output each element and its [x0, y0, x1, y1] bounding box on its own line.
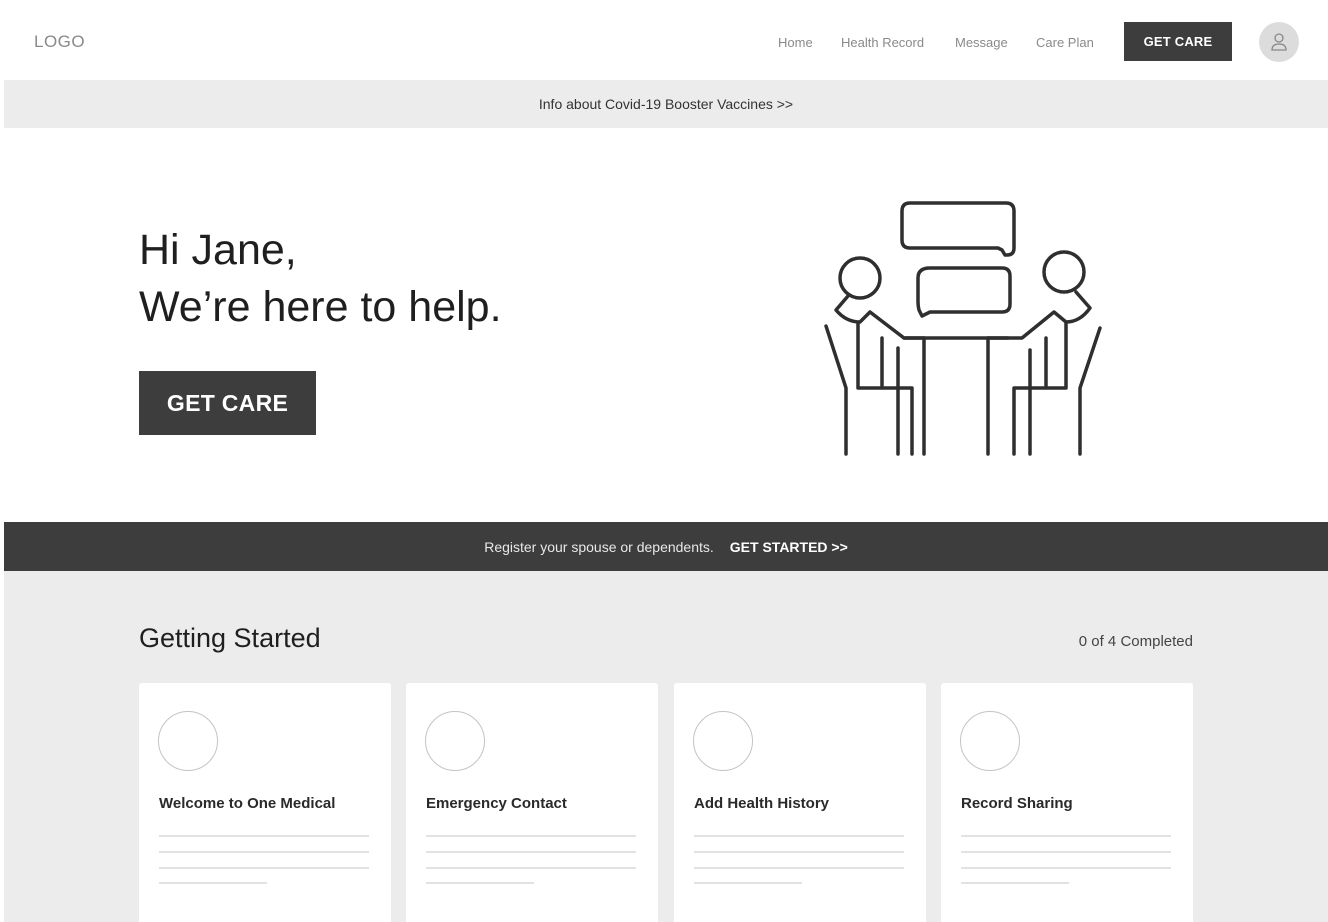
placeholder-line — [694, 867, 904, 869]
task-card-record-sharing[interactable]: Record Sharing — [941, 683, 1193, 922]
placeholder-line — [426, 882, 534, 884]
placeholder-line — [426, 851, 636, 853]
task-card-health-history[interactable]: Add Health History — [674, 683, 926, 922]
nav-health-record-link[interactable]: Health Record — [841, 35, 924, 50]
placeholder-line — [426, 835, 636, 837]
task-card-emergency-contact[interactable]: Emergency Contact — [406, 683, 658, 922]
task-status-circle-icon — [158, 711, 218, 771]
task-status-circle-icon — [693, 711, 753, 771]
completion-counter: 0 of 4 Completed — [1078, 633, 1193, 650]
header-get-care-button[interactable]: GET CARE — [1124, 22, 1232, 61]
register-dependents-bar: Register your spouse or dependents. GET … — [4, 522, 1328, 571]
placeholder-line — [159, 851, 369, 853]
top-header: LOGO Home Health Record Message Care Pla… — [0, 0, 1328, 80]
user-icon — [1271, 33, 1287, 51]
register-dependents-text: Register your spouse or dependents. — [484, 538, 714, 555]
placeholder-line — [426, 867, 636, 869]
placeholder-line — [694, 882, 802, 884]
placeholder-line — [961, 867, 1171, 869]
task-status-circle-icon — [960, 711, 1020, 771]
placeholder-line — [961, 835, 1171, 837]
task-card-welcome[interactable]: Welcome to One Medical — [139, 683, 391, 922]
placeholder-line — [159, 835, 369, 837]
task-card-title: Add Health History — [694, 795, 830, 812]
task-status-circle-icon — [425, 711, 485, 771]
hero-get-care-button[interactable]: GET CARE — [139, 371, 316, 435]
user-avatar[interactable] — [1259, 22, 1299, 62]
consultation-illustration-icon — [824, 201, 1102, 456]
task-card-title: Record Sharing — [961, 795, 1073, 812]
getting-started-section: Getting Started 0 of 4 Completed Welcome… — [4, 571, 1328, 922]
getting-started-title: Getting Started — [139, 623, 321, 653]
nav-home-link[interactable]: Home — [778, 35, 813, 50]
placeholder-line — [961, 851, 1171, 853]
placeholder-line — [961, 882, 1069, 884]
task-card-title: Emergency Contact — [426, 795, 567, 812]
hero-greeting: Hi Jane, We’re here to help. — [139, 222, 502, 336]
nav-care-plan-link[interactable]: Care Plan — [1036, 35, 1094, 50]
placeholder-line — [694, 851, 904, 853]
placeholder-line — [159, 867, 369, 869]
get-started-link[interactable]: GET STARTED >> — [730, 539, 848, 555]
placeholder-line — [694, 835, 904, 837]
covid-info-link[interactable]: Info about Covid-19 Booster Vaccines >> — [539, 96, 793, 112]
hero-greeting-line1: Hi Jane, — [139, 226, 297, 274]
hero-greeting-line2: We’re here to help. — [139, 283, 502, 331]
placeholder-line — [159, 882, 267, 884]
task-card-title: Welcome to One Medical — [159, 795, 336, 812]
covid-info-banner[interactable]: Info about Covid-19 Booster Vaccines >> — [4, 80, 1328, 128]
nav-message-link[interactable]: Message — [955, 35, 1008, 50]
